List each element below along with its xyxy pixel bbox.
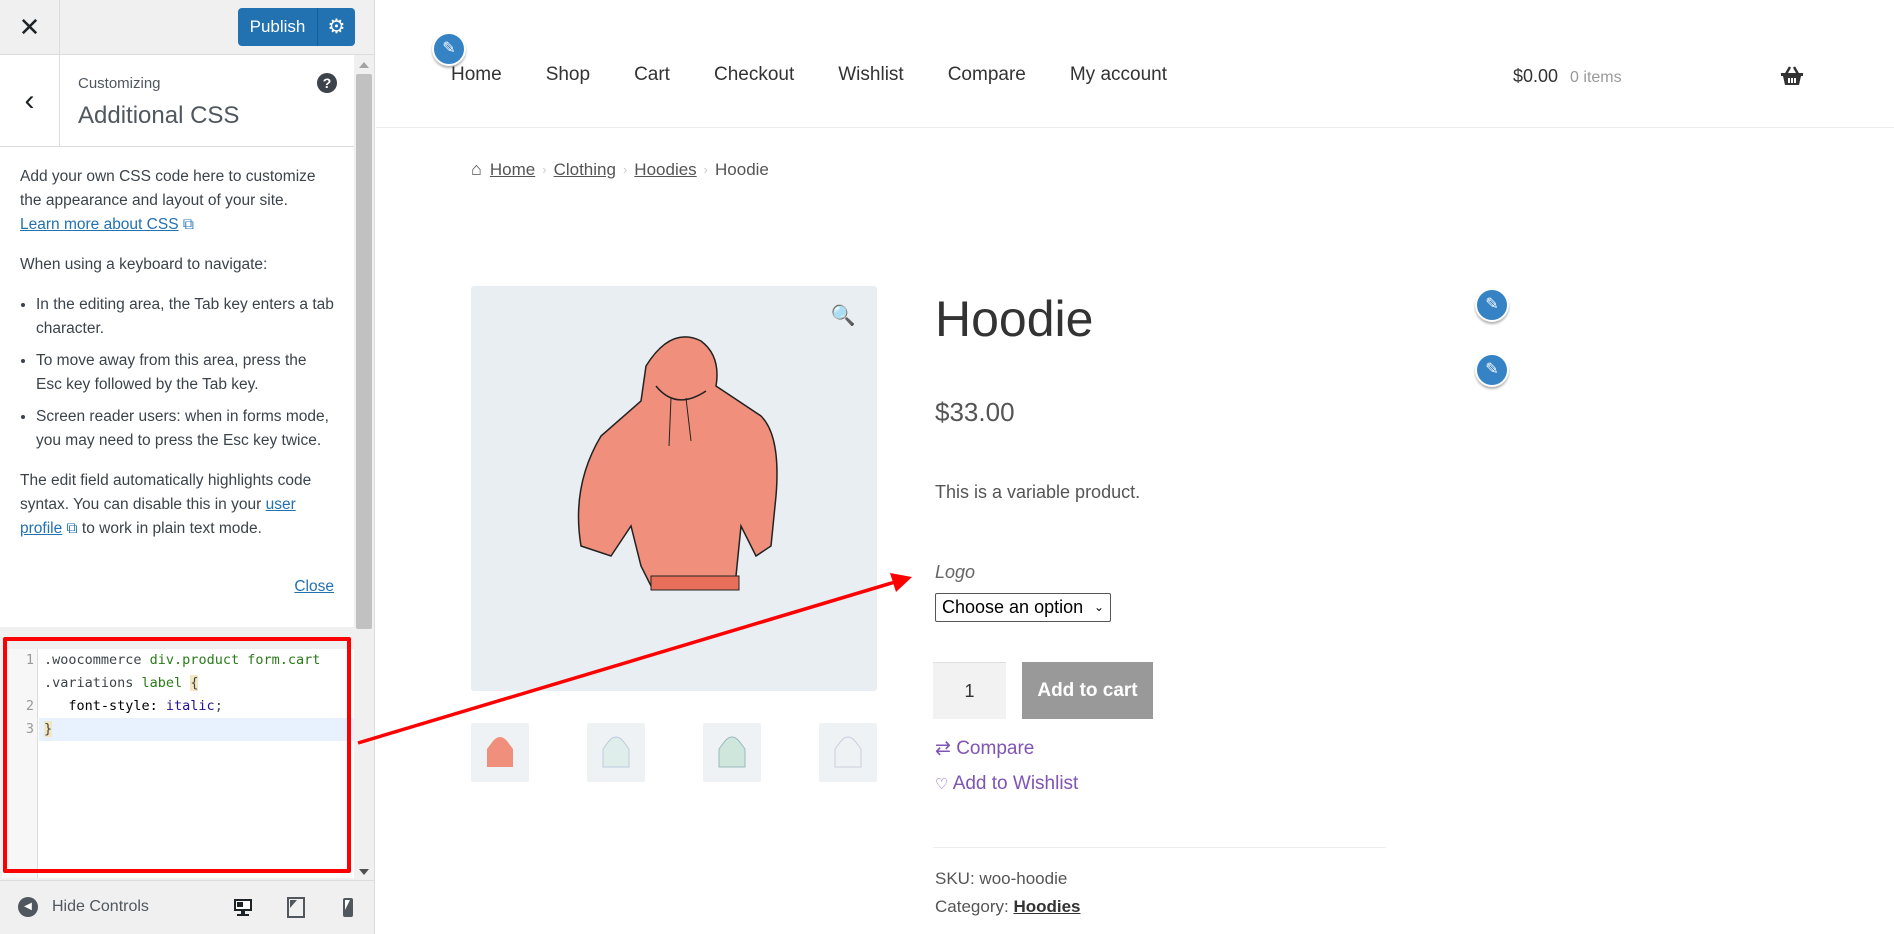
customizer-footer: ◀ Hide Controls: [0, 880, 375, 934]
edit-shortcut-pencil-icon[interactable]: ✎: [1475, 353, 1509, 387]
breadcrumb-hoodies[interactable]: Hoodies: [634, 160, 696, 180]
close-help-link[interactable]: Close: [294, 575, 334, 599]
sku-label: SKU:: [935, 869, 975, 888]
product-description: This is a variable product.: [935, 482, 1141, 502]
chevron-down-icon: ⌄: [1093, 600, 1104, 614]
cart-items: 0 items: [1570, 69, 1622, 86]
home-icon: ⌂: [471, 159, 482, 179]
basket-icon[interactable]: [1780, 66, 1804, 86]
product-category: Category: Hoodies: [935, 897, 1081, 917]
product-thumbnail[interactable]: [471, 723, 529, 782]
close-customizer-button[interactable]: ✕: [0, 0, 60, 54]
nav-home[interactable]: Home: [451, 64, 502, 86]
section-description: Add your own CSS code here to customize …: [0, 147, 354, 627]
desc-intro: Add your own CSS code here to customize …: [20, 168, 316, 209]
heart-icon: ♡: [935, 776, 949, 793]
nav-compare[interactable]: Compare: [948, 64, 1026, 86]
edit-shortcut-pencil-icon[interactable]: ✎: [1475, 288, 1509, 322]
breadcrumb-current: Hoodie: [715, 159, 769, 179]
syntax-note-end: to work in plain text mode.: [77, 520, 262, 537]
customizing-label: Customizing: [78, 75, 161, 92]
wishlist-link[interactable]: ♡ Add to Wishlist: [935, 773, 1078, 795]
close-icon: ✕: [18, 12, 41, 42]
customizer-panel: ✕ Publish ⚙ ‹ Customizing Additional CSS…: [0, 0, 375, 934]
publish-label[interactable]: Publish: [238, 8, 318, 46]
nav-wishlist[interactable]: Wishlist: [838, 64, 903, 86]
list-item: To move away from this area, press the E…: [36, 349, 334, 397]
product-thumbnail[interactable]: [819, 723, 877, 782]
gear-icon[interactable]: ⚙: [318, 8, 355, 46]
customizer-header: ✕ Publish ⚙: [0, 0, 375, 55]
quantity-input[interactable]: 1: [933, 662, 1006, 719]
external-link-icon: ⧉: [182, 216, 194, 233]
compare-arrows-icon: ⇄: [935, 738, 951, 759]
site-preview: ✎ Home Shop Cart Checkout Wishlist Compa…: [376, 0, 1894, 934]
product-image[interactable]: 🔍: [471, 286, 877, 691]
nav-cart[interactable]: Cart: [634, 64, 670, 86]
cart-total: $0.00: [1513, 66, 1559, 86]
compare-label: Compare: [956, 738, 1035, 759]
keyboard-note: When using a keyboard to navigate:: [20, 256, 268, 273]
breadcrumb-home[interactable]: Home: [490, 160, 535, 180]
learn-more-link[interactable]: Learn more about CSS: [20, 216, 179, 233]
help-icon[interactable]: ?: [317, 73, 337, 93]
hide-controls-button[interactable]: ◀ Hide Controls: [18, 897, 149, 917]
primary-nav: Home Shop Cart Checkout Wishlist Compare…: [451, 64, 1211, 86]
zoom-icon[interactable]: 🔍: [825, 298, 861, 334]
product-sku: SKU: woo-hoodie: [935, 869, 1067, 889]
nav-my-account[interactable]: My account: [1070, 64, 1167, 86]
breadcrumb-clothing[interactable]: Clothing: [554, 160, 616, 180]
variation-label: Logo: [935, 562, 976, 582]
external-link-icon: ⧉: [66, 520, 78, 537]
sku-value: woo-hoodie: [979, 869, 1068, 888]
mobile-preview-icon[interactable]: [337, 896, 359, 918]
list-item: Screen reader users: when in forms mode,…: [36, 405, 334, 453]
highlight-box: [3, 637, 351, 873]
wishlist-label: Add to Wishlist: [952, 773, 1079, 794]
tablet-preview-icon[interactable]: [285, 896, 307, 918]
back-button[interactable]: ‹: [0, 55, 60, 146]
nav-checkout[interactable]: Checkout: [714, 64, 794, 86]
nav-shop[interactable]: Shop: [546, 64, 590, 86]
logo-select[interactable]: Choose an option ⌄: [935, 593, 1111, 622]
meta-divider: [933, 847, 1386, 848]
breadcrumb: ⌂ Home › Clothing › Hoodies › Hoodie: [471, 159, 769, 180]
edit-shortcut-pencil-icon[interactable]: ✎: [432, 32, 466, 66]
category-link[interactable]: Hoodies: [1013, 897, 1080, 916]
publish-button[interactable]: Publish ⚙: [238, 8, 355, 46]
product-price: $33.00: [935, 397, 1015, 427]
panel-scrollbar[interactable]: [355, 56, 373, 879]
section-title: Additional CSS: [78, 102, 240, 129]
header-divider: [376, 127, 1894, 128]
category-label: Category:: [935, 897, 1009, 916]
list-item: In the editing area, the Tab key enters …: [36, 293, 334, 341]
hoodie-image: [577, 336, 778, 591]
product-thumbnail[interactable]: [587, 723, 645, 782]
collapse-icon: ◀: [18, 897, 38, 917]
compare-link[interactable]: ⇄ Compare: [935, 737, 1034, 760]
hide-controls-label: Hide Controls: [52, 898, 149, 915]
desktop-preview-icon[interactable]: [232, 896, 254, 918]
product-title: Hoodie: [935, 291, 1094, 347]
select-value: Choose an option: [942, 597, 1084, 617]
header-cart[interactable]: $0.00 0 items: [1513, 66, 1622, 87]
section-header: ‹ Customizing Additional CSS ?: [0, 55, 354, 147]
chevron-left-icon: ‹: [24, 84, 35, 117]
product-thumbnail[interactable]: [703, 723, 761, 782]
add-to-cart-button[interactable]: Add to cart: [1022, 662, 1153, 719]
